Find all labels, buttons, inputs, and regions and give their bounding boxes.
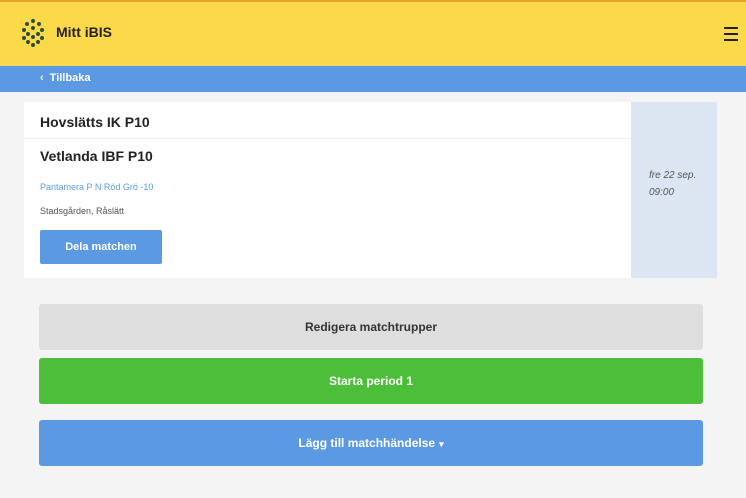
- team-divider: [24, 138, 632, 139]
- match-date: fre 22 sep.: [649, 170, 697, 181]
- match-time: 09:00: [649, 187, 675, 198]
- add-match-event-label: Lägg till matchhändelse: [298, 436, 436, 450]
- match-datetime: fre 22 sep. 09:00: [649, 167, 696, 201]
- add-match-event-button[interactable]: Lägg till matchhändelse ▾: [39, 420, 703, 466]
- app-header: Mitt iBIS: [0, 0, 746, 66]
- back-label: Tillbaka: [49, 72, 91, 84]
- caret-down-icon: ▾: [439, 439, 444, 449]
- away-team-name: Vetlanda IBF P10: [40, 148, 153, 164]
- series-link[interactable]: Pantamera P N Röd Grö -10: [40, 182, 153, 192]
- edit-squads-button[interactable]: Redigera matchtrupper: [39, 304, 703, 350]
- hamburger-menu-icon[interactable]: [724, 27, 738, 41]
- match-card: Hovslätts IK P10 Vetlanda IBF P10 Pantam…: [24, 102, 632, 278]
- nav-bar: ‹ Tillbaka: [0, 66, 746, 92]
- back-link[interactable]: ‹ Tillbaka: [40, 72, 90, 84]
- venue-text: Stadsgården, Råslätt: [40, 206, 125, 216]
- match-date-panel: fre 22 sep. 09:00: [631, 102, 717, 278]
- share-match-button[interactable]: Dela matchen: [40, 230, 162, 264]
- home-team-name: Hovslätts IK P10: [40, 114, 150, 130]
- app-title: Mitt iBIS: [56, 24, 112, 40]
- ibis-logo-icon: [22, 19, 44, 47]
- chevron-left-icon: ‹: [40, 72, 44, 84]
- start-period-button[interactable]: Starta period 1: [39, 358, 703, 404]
